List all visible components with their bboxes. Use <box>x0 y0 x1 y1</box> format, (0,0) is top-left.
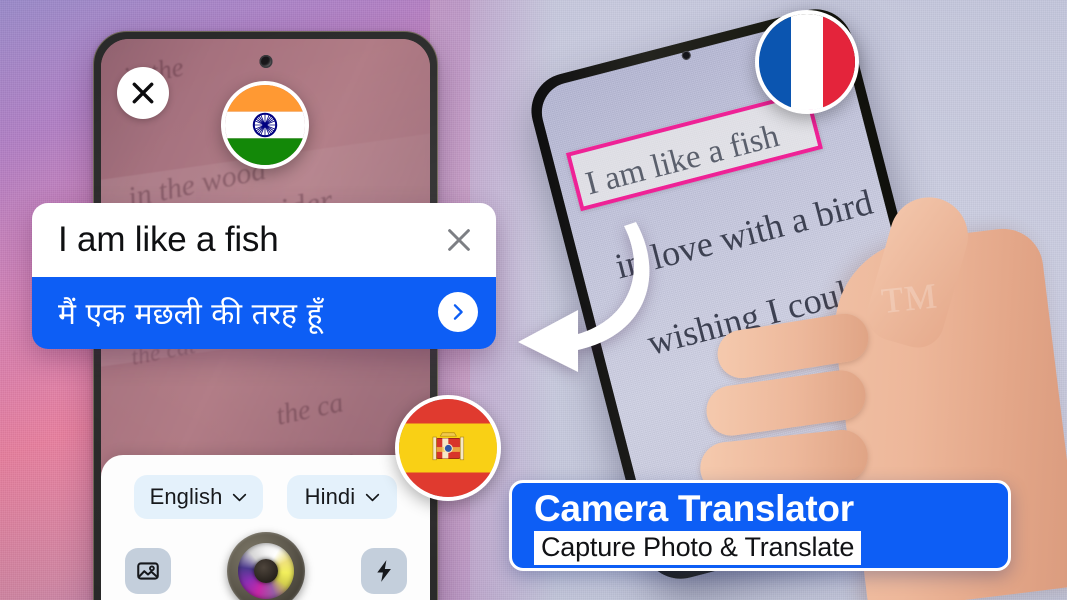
france-flag-icon <box>759 14 855 110</box>
translation-result-text: मैं एक मछली की तरह हूँ <box>58 296 323 332</box>
spain-flag-icon <box>399 399 497 497</box>
banner-title: Camera Translator <box>534 488 854 529</box>
camera-action-row <box>101 532 430 600</box>
translation-source-text: I am like a fish <box>58 220 279 259</box>
translation-result-row: मैं एक मछली की तरह हूँ <box>32 277 496 349</box>
source-language-selector[interactable]: English <box>133 475 264 519</box>
translation-source-row: I am like a fish <box>32 203 496 277</box>
close-button[interactable] <box>117 67 169 119</box>
banner-subtitle: Capture Photo & Translate <box>534 531 862 566</box>
shutter-button[interactable] <box>226 532 305 600</box>
gallery-button[interactable] <box>124 548 171 594</box>
flow-arrow-icon <box>518 222 650 372</box>
chevron-down-icon <box>366 493 380 501</box>
flash-button[interactable] <box>360 548 407 594</box>
flash-icon <box>376 560 391 582</box>
flag-badge-india <box>221 81 309 169</box>
target-language-selector[interactable]: Hindi <box>287 475 398 519</box>
camera-controls-panel: English Hindi <box>101 455 430 600</box>
right-screen-line-3: wishing I could <box>643 268 871 363</box>
close-icon[interactable] <box>444 225 474 255</box>
flag-badge-france <box>755 10 859 114</box>
close-icon <box>132 82 154 104</box>
banner-subtitle-wrap: Capture Photo & Translate <box>512 531 1008 566</box>
language-selector-row: English Hindi <box>101 455 430 519</box>
screenshot-stage: I am like a fish in love with a bird wis… <box>0 0 1067 600</box>
chevron-right-icon <box>453 304 463 320</box>
target-language-label: Hindi <box>304 484 356 509</box>
translation-card: I am like a fish मैं एक मछली की तरह हूँ <box>32 203 496 349</box>
app-title-banner: Camera Translator Capture Photo & Transl… <box>509 480 1011 571</box>
chevron-down-icon <box>233 493 247 501</box>
left-phone-punchhole-camera-icon <box>259 55 272 68</box>
india-flag-icon <box>225 85 305 165</box>
gallery-icon <box>136 562 159 580</box>
flag-badge-spain <box>395 395 501 501</box>
translation-submit-button[interactable] <box>438 292 478 332</box>
source-language-label: English <box>149 484 223 509</box>
